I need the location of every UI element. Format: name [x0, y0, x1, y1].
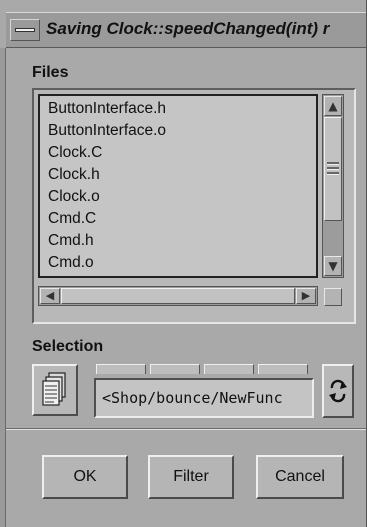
button-area-separator — [6, 428, 366, 430]
list-item[interactable]: Clock.o — [48, 186, 100, 208]
window-menu-icon[interactable] — [10, 19, 40, 41]
cancel-button[interactable]: Cancel — [256, 455, 344, 499]
scroll-up-arrow-icon[interactable]: ▲ — [324, 96, 342, 116]
vertical-scroll-thumb[interactable] — [324, 117, 342, 221]
scroll-right-arrow-icon[interactable]: ▶ — [296, 288, 316, 304]
files-list-frame: ButtonInterface.h ButtonInterface.o Cloc… — [32, 88, 356, 324]
files-list[interactable]: ButtonInterface.h ButtonInterface.o Cloc… — [38, 94, 318, 278]
horizontal-scrollbar[interactable]: ◀ ▶ — [38, 286, 318, 306]
selection-input[interactable]: <Shop/bounce/NewFunc — [94, 378, 314, 418]
documents-button[interactable] — [32, 364, 78, 416]
filter-button[interactable]: Filter — [148, 455, 234, 499]
list-item[interactable]: Cmd.o — [48, 252, 94, 274]
files-label: Files — [32, 64, 69, 81]
list-item[interactable]: ButtonInterface.h — [48, 98, 166, 120]
list-item[interactable]: ButtonInterface.o — [48, 120, 166, 142]
cycle-arrows-icon — [329, 379, 347, 403]
list-item[interactable]: Clock.C — [48, 142, 102, 164]
path-tab[interactable] — [204, 364, 254, 374]
window-title: Saving Clock::speedChanged(int) r — [46, 19, 330, 38]
documents-icon — [42, 372, 66, 406]
cycle-button[interactable] — [322, 364, 354, 418]
scroll-down-arrow-icon[interactable]: ▼ — [324, 256, 342, 276]
path-tab[interactable] — [96, 364, 146, 374]
horizontal-scroll-thumb[interactable] — [61, 288, 295, 304]
selection-label: Selection — [32, 338, 104, 355]
list-item[interactable]: Cmd.C — [48, 208, 96, 230]
path-tab[interactable] — [150, 364, 200, 374]
selection-field-group: <Shop/bounce/NewFunc — [90, 362, 316, 420]
list-item[interactable]: Cmd.h — [48, 230, 94, 252]
window-frame — [0, 48, 6, 527]
scroll-left-arrow-icon[interactable]: ◀ — [40, 288, 60, 304]
scroll-corner — [324, 288, 342, 306]
save-dialog: Saving Clock::speedChanged(int) r Files … — [0, 0, 367, 527]
title-bar[interactable]: Saving Clock::speedChanged(int) r — [6, 12, 366, 48]
list-item[interactable]: Clock.h — [48, 164, 100, 186]
ok-button[interactable]: OK — [42, 455, 128, 499]
vertical-scrollbar[interactable]: ▲ ▼ — [322, 94, 344, 278]
path-segment-tabs — [90, 362, 316, 374]
path-tab[interactable] — [258, 364, 308, 374]
